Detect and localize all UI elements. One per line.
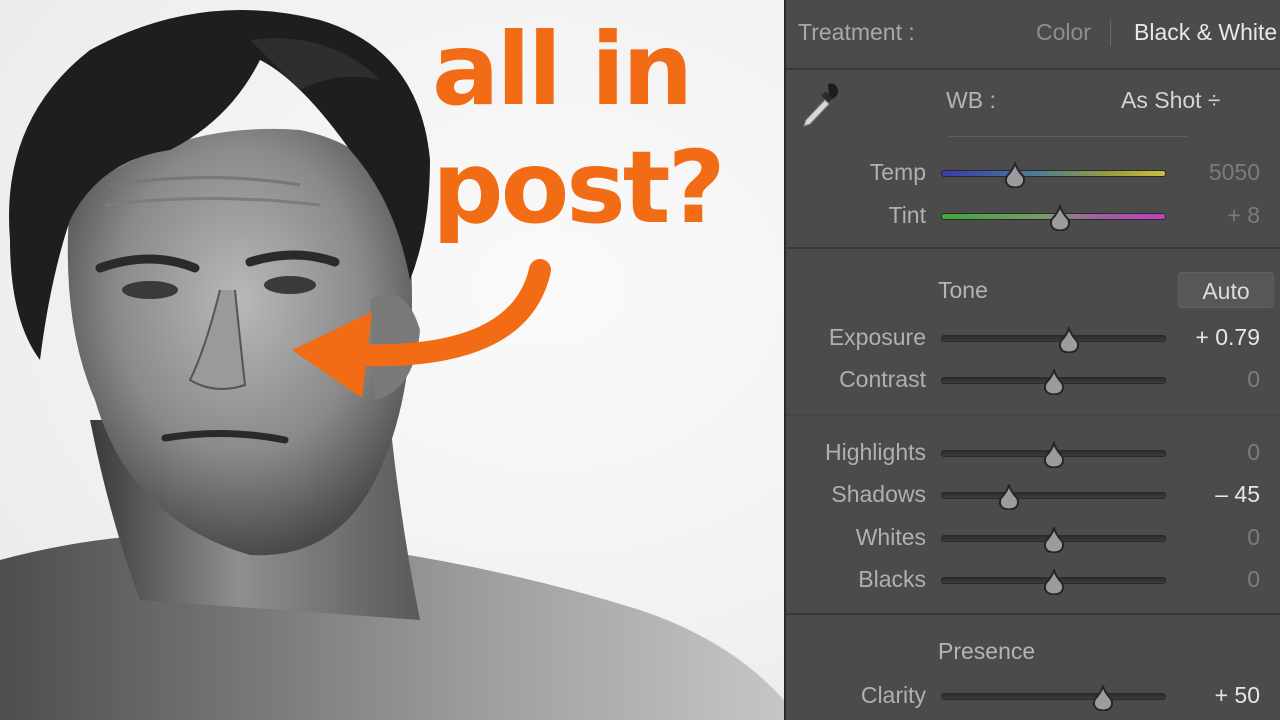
treatment-color-option[interactable]: Color xyxy=(1036,19,1091,46)
divider xyxy=(786,68,1280,70)
blacks-slider[interactable]: Blacks 0 xyxy=(786,560,1280,600)
slider-thumb[interactable] xyxy=(1043,442,1065,468)
auto-tone-button[interactable]: Auto xyxy=(1178,272,1274,308)
tone-section-title: Tone xyxy=(938,277,988,303)
slider-thumb[interactable] xyxy=(1049,205,1071,231)
slider-thumb[interactable] xyxy=(1043,369,1065,395)
treatment-bw-option[interactable]: Black & White xyxy=(1134,19,1277,46)
slider-label: Contrast xyxy=(839,366,926,392)
clarity-slider[interactable]: Clarity + 50 xyxy=(786,676,1280,716)
slider-value[interactable]: – 45 xyxy=(1215,481,1260,508)
slider-label: Highlights xyxy=(825,439,926,465)
wb-label: WB : xyxy=(946,87,996,113)
slider-label: Tint xyxy=(888,202,927,228)
slider-value[interactable]: 0 xyxy=(1247,524,1260,551)
divider xyxy=(786,613,1280,615)
divider xyxy=(786,414,1280,416)
slider-value[interactable]: + 50 xyxy=(1215,682,1260,709)
temp-track[interactable] xyxy=(941,170,1166,177)
whites-slider[interactable]: Whites 0 xyxy=(786,518,1280,558)
slider-thumb[interactable] xyxy=(1043,527,1065,553)
slider-value[interactable]: 5050 xyxy=(1209,159,1260,186)
slider-thumb[interactable] xyxy=(1092,685,1114,711)
slider-label: Clarity xyxy=(860,682,926,708)
shadows-slider[interactable]: Shadows – 45 xyxy=(786,475,1280,515)
contrast-slider[interactable]: Contrast 0 xyxy=(786,360,1280,400)
wb-underline xyxy=(948,136,1188,137)
eyedropper-icon[interactable] xyxy=(798,80,842,130)
slider-label: Shadows xyxy=(831,481,926,507)
slider-thumb[interactable] xyxy=(1058,327,1080,353)
tint-slider[interactable]: Tint + 8 xyxy=(786,196,1280,236)
divider xyxy=(786,247,1280,249)
basic-develop-panel: Treatment : Color Black & White WB : As … xyxy=(784,0,1280,720)
slider-thumb[interactable] xyxy=(1043,569,1065,595)
highlights-slider[interactable]: Highlights 0 xyxy=(786,433,1280,473)
slider-track[interactable] xyxy=(941,335,1166,342)
exposure-slider[interactable]: Exposure + 0.79 xyxy=(786,318,1280,358)
wb-preset-select[interactable]: As Shot ÷ xyxy=(1121,87,1221,114)
treatment-separator xyxy=(1110,20,1111,46)
temp-slider[interactable]: Temp 5050 xyxy=(786,153,1280,193)
slider-value[interactable]: 0 xyxy=(1247,566,1260,593)
headline-line-1: all in xyxy=(432,11,693,128)
slider-value[interactable]: 0 xyxy=(1247,439,1260,466)
photo-preview: all in post? xyxy=(0,0,784,720)
presence-section-title: Presence xyxy=(938,638,1036,664)
slider-value[interactable]: + 8 xyxy=(1227,202,1260,229)
headline-line-2: post? xyxy=(432,129,726,246)
slider-label: Blacks xyxy=(858,566,926,592)
slider-track[interactable] xyxy=(941,693,1166,700)
headline-text: all in post? xyxy=(432,18,784,240)
slider-value[interactable]: + 0.79 xyxy=(1195,324,1260,351)
slider-thumb[interactable] xyxy=(1004,162,1026,188)
slider-label: Temp xyxy=(869,159,926,185)
slider-label: Whites xyxy=(855,524,926,550)
slider-track[interactable] xyxy=(941,492,1166,499)
slider-value[interactable]: 0 xyxy=(1247,366,1260,393)
slider-thumb[interactable] xyxy=(998,484,1020,510)
slider-label: Exposure xyxy=(828,324,926,350)
treatment-label: Treatment : xyxy=(798,19,915,45)
